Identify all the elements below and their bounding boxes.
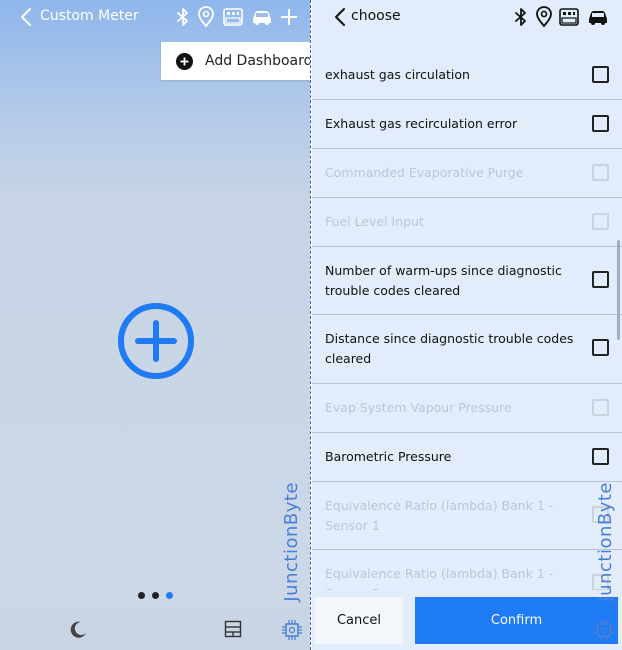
page-title: Custom Meter — [40, 8, 139, 24]
list-item-label: Exhaust gas recirculation error — [325, 116, 518, 131]
cancel-button[interactable]: Cancel — [315, 597, 403, 644]
watermark: JunctionByte — [595, 482, 621, 632]
list-item[interactable]: exhaust gas circulation — [312, 50, 622, 99]
layout-icon[interactable] — [224, 620, 242, 638]
list-item-label: Barometric Pressure — [325, 449, 452, 464]
choose-panel: choose exhaust gas circulation Exhaust g… — [312, 0, 622, 650]
list-item[interactable]: Barometric Pressure — [312, 432, 622, 481]
list-item-label: Fuel Level Input — [325, 214, 424, 229]
chip-logo-icon — [594, 620, 614, 640]
list-item[interactable]: Exhaust gas recirculation error — [312, 99, 622, 148]
add-dashboard-label: Add Dashboard — [205, 53, 310, 69]
bottom-toolbar — [0, 607, 310, 650]
add-meter-button[interactable] — [117, 302, 195, 380]
list-item-label: Equivalence Ratio (lambda) Bank 1 - Sens… — [325, 498, 554, 533]
moon-icon[interactable] — [68, 619, 88, 639]
location-pin-icon[interactable] — [533, 6, 555, 28]
watermark-text: JunctionByte — [595, 482, 616, 602]
list-item-label: Number of warm-ups since diagnostic trou… — [325, 263, 562, 298]
scrollbar[interactable] — [617, 240, 620, 340]
plus-circle-icon — [176, 53, 193, 70]
list-item: Fuel Level Input — [312, 197, 622, 246]
list-item-checkbox[interactable] — [592, 115, 609, 132]
obd-icon[interactable] — [558, 6, 580, 28]
list-item-checkbox — [592, 213, 609, 230]
page-indicator — [138, 592, 178, 600]
list-item: Equivalence Ratio (lambda) Bank 1 - Sens… — [312, 481, 622, 549]
page-dot[interactable] — [138, 592, 145, 599]
obd-icon[interactable] — [222, 6, 244, 28]
car-icon[interactable] — [250, 6, 274, 28]
list-item-label: Evap System Vapour Pressure — [325, 400, 512, 415]
watermark-text: JunctionByte — [281, 482, 302, 602]
list-item-checkbox[interactable] — [592, 339, 609, 356]
add-dashboard-menu-item[interactable]: Add Dashboard — [161, 42, 310, 80]
page-title: choose — [351, 8, 401, 24]
right-header: choose — [312, 0, 622, 34]
list-item: Evap System Vapour Pressure — [312, 383, 622, 432]
list-item-label: exhaust gas circulation — [325, 67, 470, 82]
car-icon[interactable] — [586, 6, 610, 28]
bluetooth-icon[interactable] — [510, 6, 532, 28]
list-item-checkbox — [592, 164, 609, 181]
watermark: JunctionByte — [281, 482, 307, 632]
parameter-list: exhaust gas circulation Exhaust gas reci… — [312, 50, 622, 609]
back-icon[interactable] — [18, 7, 36, 27]
chip-logo-icon — [282, 620, 302, 640]
list-item-label: Commanded Evaporative Purge — [325, 165, 524, 180]
back-icon[interactable] — [332, 7, 348, 27]
list-item-checkbox[interactable] — [592, 271, 609, 288]
list-item[interactable]: Number of warm-ups since diagnostic trou… — [312, 246, 622, 314]
list-item-label: Distance since diagnostic trouble codes … — [325, 331, 574, 366]
list-item: Commanded Evaporative Purge — [312, 148, 622, 197]
plus-icon[interactable] — [278, 6, 300, 28]
location-pin-icon[interactable] — [195, 6, 217, 28]
bluetooth-icon[interactable] — [172, 6, 194, 28]
left-header: Custom Meter — [0, 0, 310, 34]
list-item-checkbox — [592, 399, 609, 416]
list-item[interactable]: Distance since diagnostic trouble codes … — [312, 314, 622, 383]
list-item-checkbox[interactable] — [592, 448, 609, 465]
page-dot-active[interactable] — [166, 592, 173, 599]
list-item-checkbox[interactable] — [592, 66, 609, 83]
confirm-button[interactable]: Confirm — [415, 597, 618, 644]
page-dot[interactable] — [152, 592, 159, 599]
custom-meter-panel: Custom Meter Add Dashboard JunctionByte — [0, 0, 310, 650]
action-bar: Cancel Confirm — [312, 590, 622, 650]
